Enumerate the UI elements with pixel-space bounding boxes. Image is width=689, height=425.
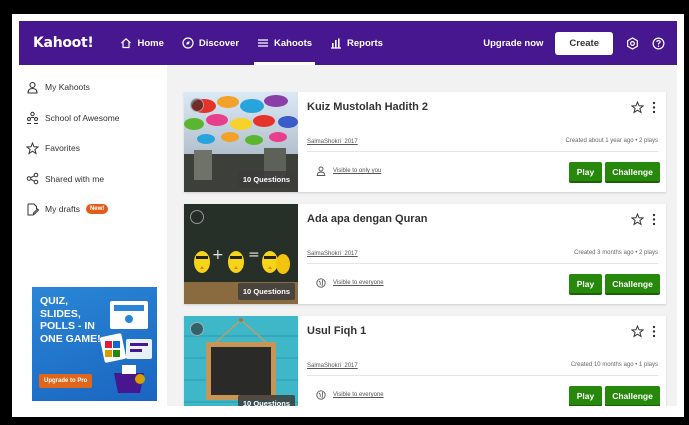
group-icon [27, 112, 38, 125]
settings-icon[interactable] [625, 36, 639, 50]
question-count-badge: 10 Questions [237, 395, 295, 406]
globe-icon [316, 278, 326, 288]
favorite-star-icon[interactable] [631, 101, 644, 114]
promo-line: ONE GAME! [40, 332, 101, 345]
visibility-label: Visible to everyone [333, 280, 384, 286]
svg-text:=: = [248, 247, 260, 263]
kahoot-thumbnail[interactable]: 10 Questions [184, 92, 298, 192]
new-badge: New! [85, 204, 109, 215]
drafts-icon [27, 203, 39, 216]
sidebar-item-school-of-awesome[interactable]: School of Awesome [19, 103, 167, 134]
kahoot-meta: Created 10 months ago • 1 plays [570, 362, 658, 368]
play-button[interactable]: Play [569, 386, 602, 405]
card-divider [307, 375, 658, 376]
promo-line: POLLS - IN [40, 320, 95, 332]
sidebar-item-label: Favorites [45, 143, 80, 154]
kahoot-title[interactable]: Ada apa dengan Quran [307, 213, 427, 225]
nav-kahoots[interactable]: Kahoots [248, 21, 321, 65]
nav-home-label: Home [137, 37, 164, 49]
question-count-badge: 10 Questions [237, 283, 295, 300]
kahoot-meta: Created 3 months ago • 2 plays [574, 250, 658, 256]
bar-chart-icon [331, 38, 342, 49]
visibility-status[interactable]: Visible to everyone [316, 278, 384, 288]
kahoot-card[interactable]: 10 Questions Kuiz Mustolah Hadith 2 Salm… [184, 92, 666, 192]
visibility-status[interactable]: Visible to everyone [316, 390, 384, 400]
user-icon [27, 81, 38, 94]
compass-icon [182, 37, 194, 49]
sidebar-item-my-kahoots[interactable]: My Kahoots [19, 72, 167, 103]
promo-illustration-icon [100, 301, 152, 393]
challenge-button[interactable]: Challenge [605, 162, 660, 181]
sidebar-item-label: Shared with me [45, 173, 105, 184]
more-options-icon[interactable] [652, 101, 656, 114]
sidebar-item-label: My Kahoots [45, 82, 90, 93]
card-divider [307, 151, 658, 152]
play-button[interactable]: Play [569, 162, 602, 181]
card-divider [307, 263, 658, 264]
sidebar-item-label: School of Awesome [45, 112, 120, 123]
kahoot-card[interactable]: + = 10 Questions Ada apa dengan Quran Sa… [184, 204, 666, 304]
upgrade-to-pro-button[interactable]: Upgrade to Pro [39, 374, 93, 388]
select-checkbox[interactable] [190, 322, 204, 336]
sidebar-item-label: My drafts [45, 204, 80, 215]
help-icon[interactable] [651, 36, 665, 50]
play-button[interactable]: Play [569, 274, 602, 293]
sidebar-item-shared-with-me[interactable]: Shared with me [19, 164, 167, 195]
sidebar-item-my-drafts[interactable]: My drafts New! [19, 194, 167, 225]
promo-line: QUIZ, [40, 295, 68, 307]
challenge-button[interactable]: Challenge [605, 386, 660, 405]
favorite-star-icon[interactable] [631, 325, 644, 338]
globe-icon [316, 390, 326, 400]
screenshot-frame: Kahoot! Home Discover Kahoots Reports Up… [12, 14, 684, 417]
nav-reports[interactable]: Reports [321, 21, 392, 65]
more-options-icon[interactable] [652, 213, 656, 226]
list-icon [258, 39, 269, 47]
question-count-badge: 10 Questions [237, 171, 295, 188]
kahoot-card[interactable]: 10 Questions Usul Fiqh 1 SalmaShokri_201… [184, 316, 666, 406]
kahoot-thumbnail[interactable]: 10 Questions [184, 316, 298, 406]
nav-discover[interactable]: Discover [173, 21, 248, 65]
private-user-icon [316, 166, 326, 176]
select-checkbox[interactable] [190, 98, 204, 112]
more-options-icon[interactable] [652, 325, 656, 338]
share-icon [26, 172, 39, 185]
kahoot-title[interactable]: Kuiz Mustolah Hadith 2 [307, 101, 428, 113]
kahoot-owner[interactable]: SalmaShokri_2017 [307, 251, 358, 257]
create-button[interactable]: Create [555, 31, 613, 55]
sidebar: My Kahoots School of Awesome Favorites S… [19, 65, 167, 406]
sidebar-item-favorites[interactable]: Favorites [19, 133, 167, 164]
top-nav: Kahoot! Home Discover Kahoots Reports Up… [19, 21, 677, 65]
select-checkbox[interactable] [190, 210, 204, 224]
nav-discover-label: Discover [198, 37, 240, 49]
upgrade-promo-banner[interactable]: QUIZ, SLIDES, POLLS - IN ONE GAME! Upgra… [32, 287, 157, 401]
favorite-star-icon[interactable] [631, 213, 644, 226]
kahoot-logo[interactable]: Kahoot! [33, 35, 94, 51]
challenge-button[interactable]: Challenge [605, 274, 660, 293]
home-icon [121, 37, 132, 49]
kahoot-owner[interactable]: SalmaShokri_2017 [307, 139, 358, 145]
visibility-status[interactable]: Visible to only you [316, 166, 381, 176]
nav-kahoots-label: Kahoots [274, 37, 313, 49]
nav-home[interactable]: Home [111, 21, 172, 65]
star-icon [26, 141, 39, 155]
promo-headline: QUIZ, SLIDES, POLLS - IN ONE GAME! [40, 295, 106, 345]
svg-text:+: + [212, 247, 224, 263]
kahoot-title[interactable]: Usul Fiqh 1 [307, 325, 366, 337]
kahoot-owner[interactable]: SalmaShokri_2017 [307, 363, 358, 369]
nav-reports-label: Reports [347, 37, 383, 49]
promo-line: SLIDES, [40, 307, 81, 320]
kahoot-thumbnail[interactable]: + = 10 Questions [184, 204, 298, 304]
visibility-label: Visible to only you [333, 168, 382, 174]
visibility-label: Visible to everyone [333, 392, 384, 398]
kahoot-app: Kahoot! Home Discover Kahoots Reports Up… [19, 21, 677, 406]
kahoot-meta: Created about 1 year ago • 2 plays [565, 138, 659, 144]
upgrade-now-link[interactable]: Upgrade now [483, 38, 543, 49]
